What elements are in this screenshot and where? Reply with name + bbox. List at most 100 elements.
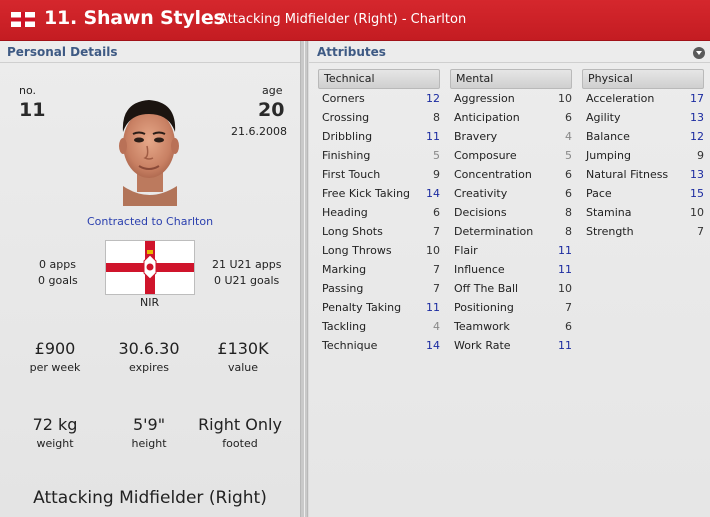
attribute-row[interactable]: Aggression 10 bbox=[450, 89, 572, 108]
height-label: height bbox=[131, 437, 167, 450]
attribute-row[interactable]: Balance 12 bbox=[582, 127, 704, 146]
attribute-value: 4 bbox=[433, 320, 440, 333]
technical-header[interactable]: Technical bbox=[318, 69, 440, 89]
attribute-row[interactable]: Work Rate 11 bbox=[450, 336, 572, 355]
u21-apps-count: 21 U21 apps bbox=[212, 258, 282, 271]
attribute-row[interactable]: Dribbling 11 bbox=[318, 127, 440, 146]
attribute-value: 8 bbox=[565, 206, 572, 219]
attribute-row[interactable]: Tackling 4 bbox=[318, 317, 440, 336]
attribute-name: Anticipation bbox=[454, 111, 520, 124]
attribute-row[interactable]: First Touch 9 bbox=[318, 165, 440, 184]
mental-header[interactable]: Mental bbox=[450, 69, 572, 89]
attribute-value: 8 bbox=[565, 225, 572, 238]
attribute-row[interactable]: Corners 12 bbox=[318, 89, 440, 108]
wage-value: £900 bbox=[34, 339, 76, 358]
attribute-name: First Touch bbox=[322, 168, 381, 181]
physical-header[interactable]: Physical bbox=[582, 69, 704, 89]
attribute-name: Strength bbox=[586, 225, 634, 238]
attribute-name: Composure bbox=[454, 149, 517, 162]
attribute-row[interactable]: Crossing 8 bbox=[318, 108, 440, 127]
attribute-value: 4 bbox=[565, 130, 572, 143]
attribute-row[interactable]: Technique 14 bbox=[318, 336, 440, 355]
attribute-row[interactable]: Concentration 6 bbox=[450, 165, 572, 184]
attribute-name: Crossing bbox=[322, 111, 370, 124]
transfer-value-label: value bbox=[227, 361, 259, 374]
attribute-name: Agility bbox=[586, 111, 621, 124]
attribute-value: 13 bbox=[690, 168, 704, 181]
contract-status-link[interactable]: Contracted to Charlton bbox=[0, 215, 300, 228]
attribute-row[interactable]: Anticipation 6 bbox=[450, 108, 572, 127]
attribute-row[interactable]: Influence 11 bbox=[450, 260, 572, 279]
attribute-name: Work Rate bbox=[454, 339, 511, 352]
attribute-value: 9 bbox=[697, 149, 704, 162]
attribute-row[interactable]: Long Shots 7 bbox=[318, 222, 440, 241]
attribute-name: Dribbling bbox=[322, 130, 373, 143]
attribute-row[interactable]: Bravery 4 bbox=[450, 127, 572, 146]
attribute-row[interactable]: Long Throws 10 bbox=[318, 241, 440, 260]
attribute-value: 7 bbox=[433, 263, 440, 276]
attribute-name: Stamina bbox=[586, 206, 632, 219]
preferred-foot-label: footed bbox=[222, 437, 258, 450]
attribute-value: 17 bbox=[690, 92, 704, 105]
attribute-value: 15 bbox=[690, 187, 704, 200]
attributes-panel: Attributes Technical Corners 12 Crossing 8 Dr… bbox=[309, 41, 710, 517]
attribute-row[interactable]: Determination 8 bbox=[450, 222, 572, 241]
attribute-row[interactable]: Positioning 7 bbox=[450, 298, 572, 317]
attribute-name: Pace bbox=[586, 187, 612, 200]
england-flag-icon bbox=[11, 12, 35, 27]
player-position: Attacking Midfielder (Right) bbox=[33, 488, 267, 508]
attribute-row[interactable]: Penalty Taking 11 bbox=[318, 298, 440, 317]
attribute-row[interactable]: Composure 5 bbox=[450, 146, 572, 165]
attribute-name: Marking bbox=[322, 263, 367, 276]
attribute-row[interactable]: Finishing 5 bbox=[318, 146, 440, 165]
northern-ireland-flag-icon bbox=[106, 241, 194, 294]
attribute-row[interactable]: Agility 13 bbox=[582, 108, 704, 127]
attribute-row[interactable]: Strength 7 bbox=[582, 222, 704, 241]
attribute-row[interactable]: Creativity 6 bbox=[450, 184, 572, 203]
attribute-value: 8 bbox=[433, 111, 440, 124]
attribute-name: Concentration bbox=[454, 168, 532, 181]
attribute-row[interactable]: Jumping 9 bbox=[582, 146, 704, 165]
attribute-row[interactable]: Heading 6 bbox=[318, 203, 440, 222]
squad-number-value: 11 bbox=[19, 99, 46, 121]
attribute-row[interactable]: Off The Ball 10 bbox=[450, 279, 572, 298]
attribute-value: 7 bbox=[697, 225, 704, 238]
attribute-value: 9 bbox=[433, 168, 440, 181]
attributes-title: Attributes bbox=[317, 45, 386, 59]
attribute-name: Free Kick Taking bbox=[322, 187, 411, 200]
attribute-name: Corners bbox=[322, 92, 365, 105]
attributes-menu-dropdown-icon[interactable] bbox=[693, 47, 705, 59]
attribute-value: 10 bbox=[690, 206, 704, 219]
attribute-row[interactable]: Natural Fitness 13 bbox=[582, 165, 704, 184]
attribute-name: Long Shots bbox=[322, 225, 383, 238]
date-of-birth: 21.6.2008 bbox=[231, 125, 287, 138]
attribute-row[interactable]: Decisions 8 bbox=[450, 203, 572, 222]
preferred-foot-value: Right Only bbox=[198, 415, 282, 434]
attribute-value: 6 bbox=[433, 206, 440, 219]
attribute-name: Aggression bbox=[454, 92, 515, 105]
attribute-row[interactable]: Pace 15 bbox=[582, 184, 704, 203]
panel-splitter[interactable] bbox=[300, 41, 308, 517]
age-value: 20 bbox=[258, 99, 285, 121]
attribute-row[interactable]: Marking 7 bbox=[318, 260, 440, 279]
attribute-value: 14 bbox=[426, 187, 440, 200]
physical-attributes: Physical Acceleration 17 Agility 13 Balance 12… bbox=[582, 69, 704, 241]
attribute-value: 6 bbox=[565, 168, 572, 181]
personal-details-panel: Personal Details no. 11 age 20 21.6.2008… bbox=[0, 41, 300, 517]
attribute-value: 11 bbox=[558, 244, 572, 257]
attribute-name: Technique bbox=[322, 339, 378, 352]
attribute-row[interactable]: Teamwork 6 bbox=[450, 317, 572, 336]
attribute-value: 12 bbox=[426, 92, 440, 105]
attribute-name: Natural Fitness bbox=[586, 168, 669, 181]
divider bbox=[309, 62, 710, 63]
weight-value: 72 kg bbox=[32, 415, 78, 434]
attribute-row[interactable]: Flair 11 bbox=[450, 241, 572, 260]
attribute-name: Heading bbox=[322, 206, 368, 219]
attribute-row[interactable]: Acceleration 17 bbox=[582, 89, 704, 108]
contract-expiry-label: expires bbox=[129, 361, 169, 374]
attribute-row[interactable]: Stamina 10 bbox=[582, 203, 704, 222]
attribute-row[interactable]: Passing 7 bbox=[318, 279, 440, 298]
attribute-name: Decisions bbox=[454, 206, 507, 219]
divider bbox=[0, 62, 300, 63]
attribute-row[interactable]: Free Kick Taking 14 bbox=[318, 184, 440, 203]
